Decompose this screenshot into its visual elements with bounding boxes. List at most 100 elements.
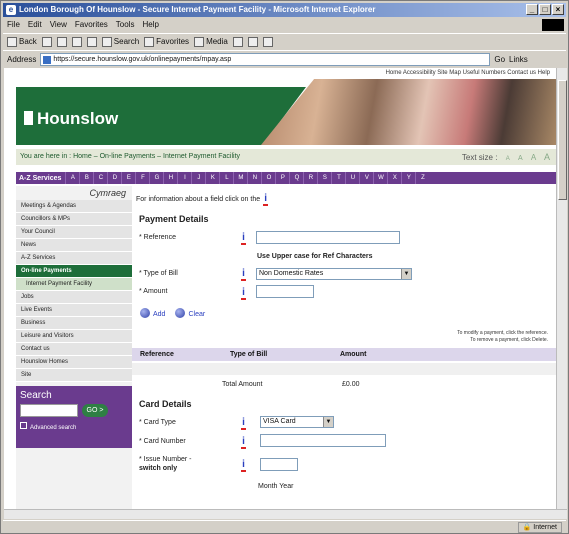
sidebar-item-your-council[interactable]: Your Council	[16, 226, 132, 239]
az-letter-b[interactable]: B	[79, 172, 93, 184]
sidebar-item-homes[interactable]: Hounslow Homes	[16, 356, 132, 369]
sidebar-item-leisure[interactable]: Leisure and Visitors	[16, 330, 132, 343]
amount-input[interactable]	[256, 285, 314, 298]
site-logo[interactable]: Hounslow	[24, 109, 118, 129]
az-letter-j[interactable]: J	[191, 172, 205, 184]
favorites-button[interactable]: Favorites	[144, 36, 189, 47]
card-number-input[interactable]	[260, 434, 386, 447]
menu-favorites[interactable]: Favorites	[75, 18, 108, 32]
minimize-button[interactable]: _	[526, 4, 538, 15]
az-letter-h[interactable]: H	[163, 172, 177, 184]
text-size-3[interactable]: A	[531, 153, 536, 162]
menu-bar: File Edit View Favorites Tools Help	[3, 18, 566, 32]
dropdown-arrow-icon: ▼	[401, 269, 411, 279]
sidebar-item-jobs[interactable]: Jobs	[16, 291, 132, 304]
advanced-search-link[interactable]: Advanced search	[20, 422, 128, 431]
az-letter-v[interactable]: V	[359, 172, 373, 184]
forward-icon[interactable]	[41, 36, 52, 47]
type-of-bill-select[interactable]: Non Domestic Rates ▼	[256, 268, 412, 280]
reference-input[interactable]	[256, 231, 400, 244]
search-button[interactable]: Search	[101, 36, 139, 47]
menu-file[interactable]: File	[7, 18, 20, 32]
address-bar: Address https://secure.hounslow.gov.uk/o…	[3, 50, 566, 67]
card-number-info-icon[interactable]: i	[240, 436, 247, 449]
menu-help[interactable]: Help	[142, 18, 158, 32]
az-letter-f[interactable]: F	[135, 172, 149, 184]
amount-info-icon[interactable]: i	[240, 287, 247, 300]
az-letter-q[interactable]: Q	[289, 172, 303, 184]
reference-info-icon[interactable]: i	[240, 232, 247, 245]
go-button[interactable]: Go	[494, 55, 505, 64]
az-letter-o[interactable]: O	[261, 172, 275, 184]
add-button[interactable]: Add	[140, 308, 165, 318]
az-letter-d[interactable]: D	[107, 172, 121, 184]
sidebar-item-internet-payment[interactable]: Internet Payment Facility	[16, 278, 132, 291]
issue-number-input[interactable]	[260, 458, 298, 471]
az-letter-c[interactable]: C	[93, 172, 107, 184]
text-size-4[interactable]: A	[544, 152, 550, 162]
top-links[interactable]: Home Accessibility Site Map Useful Numbe…	[4, 68, 556, 78]
history-icon[interactable]	[232, 36, 243, 47]
back-button[interactable]: Back	[7, 36, 37, 47]
az-letter-k[interactable]: K	[205, 172, 219, 184]
ie-logo-icon: e	[6, 5, 16, 15]
sidebar-item-site[interactable]: Site	[16, 369, 132, 382]
sidebar-item-live-events[interactable]: Live Events	[16, 304, 132, 317]
horizontal-scrollbar[interactable]	[4, 509, 567, 519]
sidebar-item-az-services[interactable]: A-Z Services	[16, 252, 132, 265]
sidebar-item-contact[interactable]: Contact us	[16, 343, 132, 356]
close-button[interactable]: ×	[552, 4, 564, 15]
az-letter-y[interactable]: Y	[401, 172, 415, 184]
type-of-bill-info-icon[interactable]: i	[240, 268, 247, 281]
site-search-input[interactable]	[20, 404, 78, 417]
az-letter-e[interactable]: E	[121, 172, 135, 184]
breadcrumb-home[interactable]: Home	[73, 153, 92, 160]
sidebar-item-meetings[interactable]: Meetings & Agendas	[16, 200, 132, 213]
address-input[interactable]: https://secure.hounslow.gov.uk/onlinepay…	[40, 52, 491, 66]
menu-edit[interactable]: Edit	[28, 18, 42, 32]
card-type-select[interactable]: VISA Card ▼	[260, 416, 334, 428]
az-letter-g[interactable]: G	[149, 172, 163, 184]
menu-view[interactable]: View	[50, 18, 67, 32]
breadcrumb-online-payments[interactable]: On-line Payments	[100, 153, 156, 160]
maximize-button[interactable]: □	[539, 4, 551, 15]
expiry-month-year-label: Month Year	[258, 483, 294, 490]
az-letter-t[interactable]: T	[331, 172, 345, 184]
print-icon[interactable]	[262, 36, 273, 47]
az-letter-p[interactable]: P	[275, 172, 289, 184]
card-type-value: VISA Card	[263, 418, 296, 425]
payment-main: For information about a field click on t…	[132, 186, 556, 509]
az-letter-l[interactable]: L	[219, 172, 233, 184]
menu-tools[interactable]: Tools	[116, 18, 135, 32]
az-letter-z[interactable]: Z	[415, 172, 429, 184]
az-letter-u[interactable]: U	[345, 172, 359, 184]
sidebar-item-business[interactable]: Business	[16, 317, 132, 330]
breadcrumb-internet-payment[interactable]: Internet Payment Facility	[163, 153, 240, 160]
issue-number-info-icon[interactable]: i	[240, 459, 247, 472]
az-letter-i[interactable]: I	[177, 172, 191, 184]
refresh-icon[interactable]	[71, 36, 82, 47]
welsh-link[interactable]: Cymraeg	[16, 186, 132, 200]
mail-icon[interactable]	[247, 36, 258, 47]
az-letter-n[interactable]: N	[247, 172, 261, 184]
card-type-info-icon[interactable]: i	[240, 417, 247, 430]
sidebar-item-councillors[interactable]: Councillors & MPs	[16, 213, 132, 226]
az-letter-r[interactable]: R	[303, 172, 317, 184]
media-button[interactable]: Media	[194, 36, 228, 47]
vertical-scrollbar[interactable]	[556, 68, 567, 509]
links-button[interactable]: Links	[509, 55, 528, 64]
az-letter-m[interactable]: M	[233, 172, 247, 184]
az-letter-a[interactable]: A	[65, 172, 79, 184]
sidebar-item-online-payments[interactable]: On-line Payments	[16, 265, 132, 278]
scroll-thumb[interactable]	[558, 80, 567, 200]
clear-button[interactable]: Clear	[175, 308, 205, 318]
sidebar-item-news[interactable]: News	[16, 239, 132, 252]
text-size-2[interactable]: A	[518, 155, 523, 162]
text-size-1[interactable]: A	[506, 156, 510, 162]
stop-icon[interactable]	[56, 36, 67, 47]
az-letter-x[interactable]: X	[387, 172, 401, 184]
search-go-button[interactable]: GO >	[82, 404, 108, 417]
az-letter-s[interactable]: S	[317, 172, 331, 184]
az-letter-w[interactable]: W	[373, 172, 387, 184]
home-icon[interactable]	[86, 36, 97, 47]
